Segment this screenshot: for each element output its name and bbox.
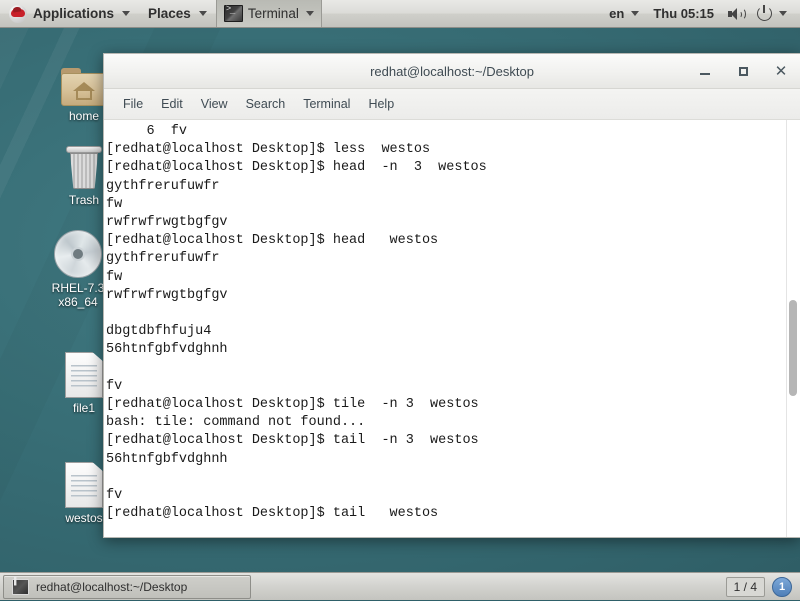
- volume-indicator[interactable]: [721, 7, 750, 21]
- menu-file[interactable]: File: [114, 94, 152, 114]
- window-title: redhat@localhost:~/Desktop: [370, 63, 534, 79]
- speaker-icon: [728, 7, 746, 21]
- chevron-down-icon: [779, 11, 787, 16]
- menu-help[interactable]: Help: [359, 94, 403, 114]
- clock-label: Thu 05:15: [653, 6, 714, 21]
- places-menu[interactable]: Places: [139, 0, 216, 27]
- window-task-list: redhat@localhost:~/Desktop: [0, 573, 251, 601]
- applications-menu-label: Applications: [33, 6, 115, 21]
- menu-edit[interactable]: Edit: [152, 94, 192, 114]
- menu-terminal[interactable]: Terminal: [294, 94, 359, 114]
- maximize-button[interactable]: [724, 54, 762, 88]
- window-titlebar[interactable]: redhat@localhost:~/Desktop ✕: [104, 54, 800, 89]
- chevron-down-icon: [305, 11, 314, 16]
- applications-menu[interactable]: Applications: [0, 0, 139, 27]
- terminal-scrollbar[interactable]: [786, 120, 800, 537]
- menu-view[interactable]: View: [192, 94, 237, 114]
- chevron-down-icon: [631, 11, 640, 16]
- scrollbar-thumb[interactable]: [789, 300, 797, 396]
- menubar: File Edit View Search Terminal Help: [104, 89, 800, 120]
- taskbar-item-label: redhat@localhost:~/Desktop: [36, 579, 188, 594]
- bottom-taskbar: redhat@localhost:~/Desktop 1 / 4 1: [0, 572, 800, 600]
- window-controls: ✕: [686, 54, 800, 88]
- keyboard-layout-indicator[interactable]: en: [602, 6, 646, 21]
- workspace-current-badge[interactable]: 1: [772, 576, 792, 597]
- workspace-count-label: 1 / 4: [725, 576, 765, 597]
- terminal-screen[interactable]: 6 fv [redhat@localhost Desktop]$ less we…: [104, 120, 800, 537]
- places-menu-label: Places: [148, 6, 191, 21]
- maximize-icon: [738, 66, 748, 76]
- menu-search[interactable]: Search: [237, 94, 295, 114]
- workspace-switcher[interactable]: 1 / 4 1: [725, 576, 800, 597]
- chevron-down-icon: [122, 11, 131, 16]
- terminal-window[interactable]: redhat@localhost:~/Desktop ✕ File Edit V…: [103, 53, 800, 538]
- system-menu[interactable]: [750, 5, 794, 21]
- clock[interactable]: Thu 05:15: [646, 6, 721, 21]
- terminal-output[interactable]: 6 fv [redhat@localhost Desktop]$ less we…: [104, 120, 786, 537]
- terminal-icon: [223, 4, 243, 22]
- close-button[interactable]: ✕: [762, 54, 800, 88]
- power-icon: [757, 5, 772, 21]
- top-panel: Applications Places Terminal en Thu 05:1…: [0, 0, 800, 28]
- keyboard-layout-label: en: [609, 6, 625, 21]
- minimize-icon: [700, 73, 710, 75]
- redhat-logo-icon: [9, 4, 27, 23]
- terminal-icon: [12, 577, 29, 595]
- window-list-item-label: Terminal: [247, 6, 299, 21]
- window-list-item-terminal[interactable]: Terminal: [215, 0, 322, 27]
- chevron-down-icon: [198, 11, 207, 16]
- system-tray: en Thu 05:15: [602, 5, 800, 21]
- taskbar-item-terminal[interactable]: redhat@localhost:~/Desktop: [3, 574, 251, 599]
- minimize-button[interactable]: [686, 54, 724, 88]
- close-icon: ✕: [774, 62, 788, 80]
